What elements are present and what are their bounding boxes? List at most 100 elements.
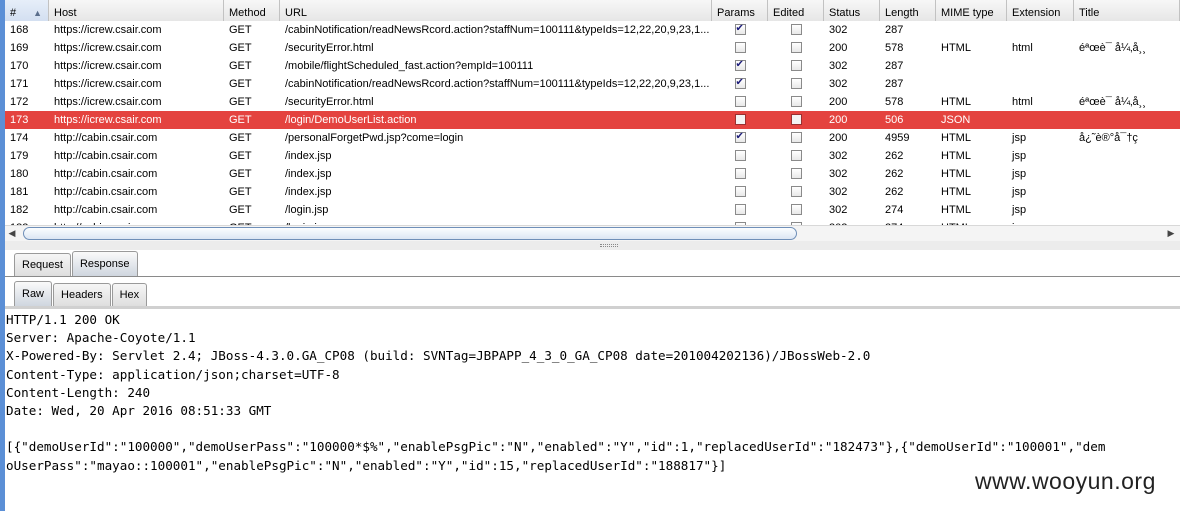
column-header-label: Status <box>829 7 861 19</box>
table-row[interactable]: 172 https://icrew.csair.com GET/securityEr… <box>5 93 1180 111</box>
cell-mime: JSON <box>941 114 971 126</box>
response-line: [{"demoUserId":"100000","demoUserPass":"… <box>6 439 1106 455</box>
cell-status: 302 <box>829 24 848 36</box>
horizontal-scrollbar[interactable]: ◀ ▶ <box>5 225 1180 241</box>
table-row[interactable]: 181 http://cabin.csair.com GET/index.jsp 30… <box>5 183 1180 201</box>
params-checkbox-cell <box>712 147 768 165</box>
edited-checkbox-cell <box>768 111 824 129</box>
cell-length: 262 <box>885 186 904 198</box>
table-row[interactable]: 173 https://icrew.csair.com GET/login/Demo… <box>5 111 1180 129</box>
tab-hex[interactable]: Hex <box>111 283 148 306</box>
checkbox-icon <box>790 149 802 161</box>
pane-splitter[interactable] <box>5 241 1180 250</box>
checkbox-icon <box>734 113 746 125</box>
cell-num: 180 <box>10 168 29 180</box>
checkbox-icon <box>790 203 802 215</box>
cell-host: http://cabin.csair.com <box>54 150 158 162</box>
cell-host: https://icrew.csair.com <box>54 42 162 54</box>
cell-ext <box>1007 57 1074 75</box>
cell-num: 172 <box>10 96 29 108</box>
checkbox-checked-icon <box>734 21 746 37</box>
cell-method: GET <box>229 204 252 216</box>
column-header-label: URL <box>285 7 308 19</box>
tab-response[interactable]: Response <box>71 251 138 276</box>
cell-length: 287 <box>885 60 904 72</box>
edited-checkbox-cell <box>768 183 824 201</box>
scroll-left-icon[interactable]: ◀ <box>5 227 19 240</box>
column-header-label: Length <box>885 7 919 19</box>
view-mode-tabs: Raw Headers Hex <box>5 281 1180 307</box>
cell-ext: jsp <box>1012 150 1027 162</box>
table-row[interactable]: 171 https://icrew.csair.com GET/cabinNotif… <box>5 75 1180 93</box>
params-checkbox-cell <box>712 75 768 93</box>
table-row[interactable]: 182 http://cabin.csair.com GET/login.jsp 30… <box>5 201 1180 219</box>
cell-status: 302 <box>829 204 848 216</box>
cell-num: 169 <box>10 42 29 54</box>
tab-request[interactable]: Request <box>14 253 71 276</box>
cell-method: GET <box>229 60 252 72</box>
cell-length: 506 <box>885 114 904 126</box>
checkbox-icon <box>790 185 802 197</box>
cell-url: /index.jsp <box>285 168 332 180</box>
scrollbar-thumb[interactable] <box>23 227 797 240</box>
cell-num: 168 <box>10 24 29 36</box>
checkbox-icon <box>734 185 746 197</box>
table-row[interactable]: 174 http://cabin.csair.com GET/personalFor… <box>5 129 1180 147</box>
cell-num: 173 <box>10 114 29 126</box>
cell-num: 170 <box>10 60 29 72</box>
cell-title <box>1074 147 1180 165</box>
proxy-history-table[interactable]: # ▲ Host Method URL Params Edited Status Length M… <box>5 0 1180 244</box>
scroll-right-icon[interactable]: ▶ <box>1164 227 1178 240</box>
cell-method: GET <box>229 96 252 108</box>
edited-checkbox-cell <box>768 147 824 165</box>
cell-title <box>1074 201 1180 219</box>
tab-headers[interactable]: Headers <box>53 283 111 306</box>
cell-title <box>1074 165 1180 183</box>
cell-url: /index.jsp <box>285 186 332 198</box>
table-row[interactable]: 179 http://cabin.csair.com GET/index.jsp 30… <box>5 147 1180 165</box>
column-header-label: MIME type <box>941 7 994 19</box>
table-row[interactable]: 168 https://icrew.csair.com GET/cabinNotif… <box>5 21 1180 39</box>
cell-ext: jsp <box>1012 168 1027 180</box>
cell-num: 171 <box>10 78 29 90</box>
cell-mime: HTML <box>941 204 971 216</box>
splitter-grip-icon[interactable] <box>600 244 618 247</box>
cell-host: http://cabin.csair.com <box>54 168 158 180</box>
cell-mime <box>936 75 1007 93</box>
cell-length: 578 <box>885 42 904 54</box>
checkbox-icon <box>790 77 802 89</box>
checkbox-icon <box>790 41 802 53</box>
column-header-label: # <box>10 7 17 19</box>
cell-status: 302 <box>829 168 848 180</box>
params-checkbox-cell <box>712 165 768 183</box>
request-response-tabs: Request Response <box>5 251 1180 277</box>
cell-method: GET <box>229 114 252 126</box>
table-row[interactable]: 169 https://icrew.csair.com GET/securityEr… <box>5 39 1180 57</box>
cell-host: https://icrew.csair.com <box>54 24 162 36</box>
params-checkbox-cell <box>712 57 768 75</box>
cell-ext <box>1007 75 1074 93</box>
cell-host: https://icrew.csair.com <box>54 114 162 126</box>
checkbox-icon <box>734 167 746 179</box>
cell-url: /login.jsp <box>285 204 329 216</box>
cell-mime: HTML <box>941 186 971 198</box>
checkbox-icon <box>790 95 802 107</box>
cell-title: å¿˜è®°å¯†ç <box>1079 132 1138 144</box>
tab-raw[interactable]: Raw <box>14 281 53 306</box>
cell-host: https://icrew.csair.com <box>54 60 162 72</box>
table-body[interactable]: 168 https://icrew.csair.com GET/cabinNotif… <box>5 21 1180 237</box>
response-line: Server: Apache-Coyote/1.1 <box>6 330 196 346</box>
table-row[interactable]: 180 http://cabin.csair.com GET/index.jsp 30… <box>5 165 1180 183</box>
params-checkbox-cell <box>712 21 768 39</box>
checkbox-icon <box>790 113 802 125</box>
cell-length: 578 <box>885 96 904 108</box>
cell-url: /cabinNotification/readNewsRcord.action?… <box>285 78 710 90</box>
cell-title <box>1074 21 1180 39</box>
watermark: www.wooyun.org <box>975 468 1156 494</box>
edited-checkbox-cell <box>768 93 824 111</box>
cell-url: /cabinNotification/readNewsRcord.action?… <box>285 24 710 36</box>
table-row[interactable]: 170 https://icrew.csair.com GET/mobile/fli… <box>5 57 1180 75</box>
edited-checkbox-cell <box>768 39 824 57</box>
cell-ext: jsp <box>1012 186 1027 198</box>
cell-length: 262 <box>885 150 904 162</box>
